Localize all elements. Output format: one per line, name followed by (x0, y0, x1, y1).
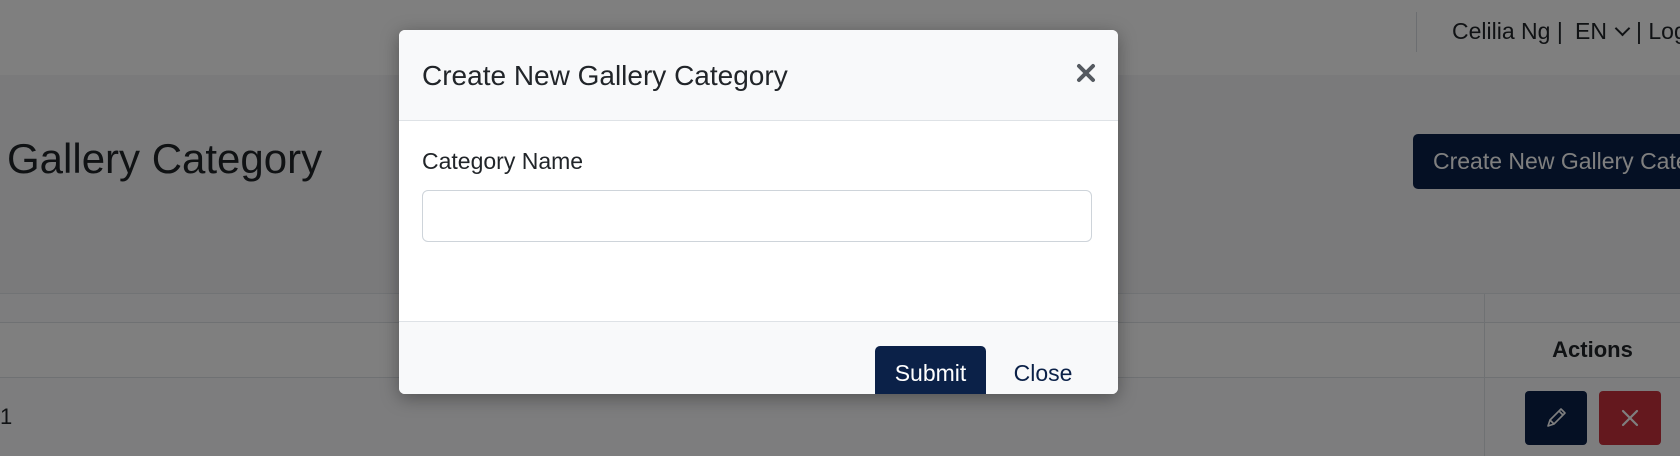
close-button[interactable]: Close (1003, 346, 1083, 394)
modal-footer: Submit Close (399, 321, 1118, 394)
modal-header: Create New Gallery Category (399, 30, 1118, 121)
modal-body: Category Name (399, 121, 1118, 321)
create-category-modal: Create New Gallery Category Category Nam… (399, 30, 1118, 394)
category-name-input[interactable] (422, 190, 1092, 242)
submit-button[interactable]: Submit (875, 346, 986, 394)
close-icon (1077, 64, 1095, 82)
modal-title: Create New Gallery Category (422, 60, 788, 91)
category-name-label: Category Name (422, 148, 584, 174)
modal-close-button[interactable] (1071, 58, 1101, 88)
